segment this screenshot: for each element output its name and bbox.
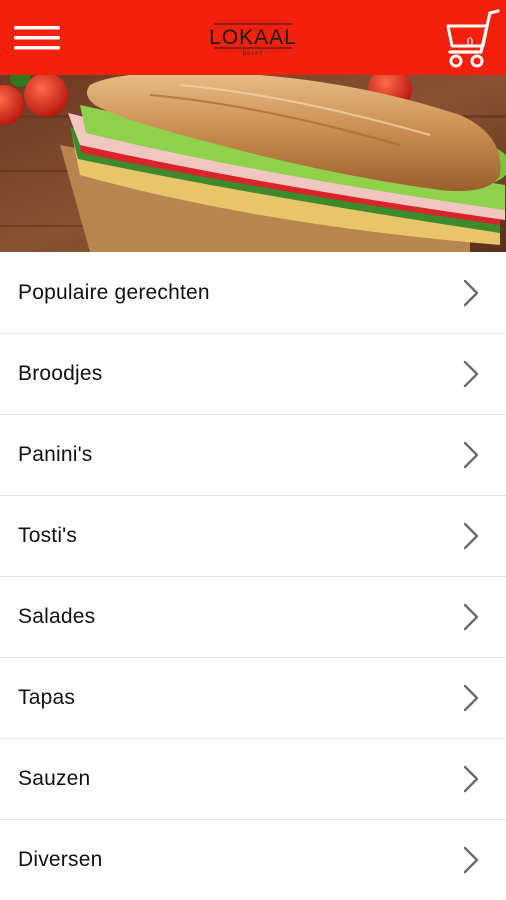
hero-image	[0, 75, 506, 252]
logo-wordmark: LOKAAL	[209, 26, 297, 49]
category-label: Sauzen	[18, 767, 91, 790]
category-label: Tapas	[18, 686, 76, 709]
list-item[interactable]: Populaire gerechten	[0, 252, 506, 334]
category-label: Salades	[18, 605, 96, 628]
chevron-right-icon	[463, 522, 479, 550]
brand-logo[interactable]: LOKAAL DELFT	[206, 18, 300, 58]
category-label: Panini's	[18, 443, 93, 466]
chevron-right-icon	[463, 279, 479, 306]
menu-button[interactable]	[10, 18, 66, 58]
chevron-right-icon	[463, 441, 479, 469]
list-item[interactable]: Salades	[0, 577, 506, 658]
list-item[interactable]: Tosti's	[0, 496, 506, 577]
app-screen: LOKAAL DELFT 0 Populaire gerechten Brood…	[0, 0, 506, 900]
chevron-right-icon	[463, 684, 479, 712]
chevron-right-icon	[463, 846, 479, 874]
cart-button[interactable]: 0	[440, 6, 502, 70]
category-label: Diversen	[18, 848, 103, 871]
chevron-right-icon	[463, 603, 479, 631]
cart-count: 0	[466, 34, 474, 49]
logo-subtitle: DELFT	[243, 51, 264, 57]
hamburger-icon	[14, 26, 60, 50]
category-list: Populaire gerechten Broodjes Panini's To…	[0, 252, 506, 900]
sandwich-photo	[0, 75, 506, 252]
list-item[interactable]: Diversen	[0, 820, 506, 900]
list-item[interactable]: Tapas	[0, 658, 506, 739]
category-label: Tosti's	[18, 524, 78, 547]
category-label: Populaire gerechten	[18, 280, 210, 304]
category-label: Broodjes	[18, 362, 103, 385]
top-bar: LOKAAL DELFT 0	[0, 0, 506, 75]
list-item[interactable]: Broodjes	[0, 334, 506, 415]
chevron-right-icon	[463, 360, 479, 388]
chevron-right-icon	[463, 765, 479, 793]
list-item[interactable]: Sauzen	[0, 739, 506, 820]
list-item[interactable]: Panini's	[0, 415, 506, 496]
